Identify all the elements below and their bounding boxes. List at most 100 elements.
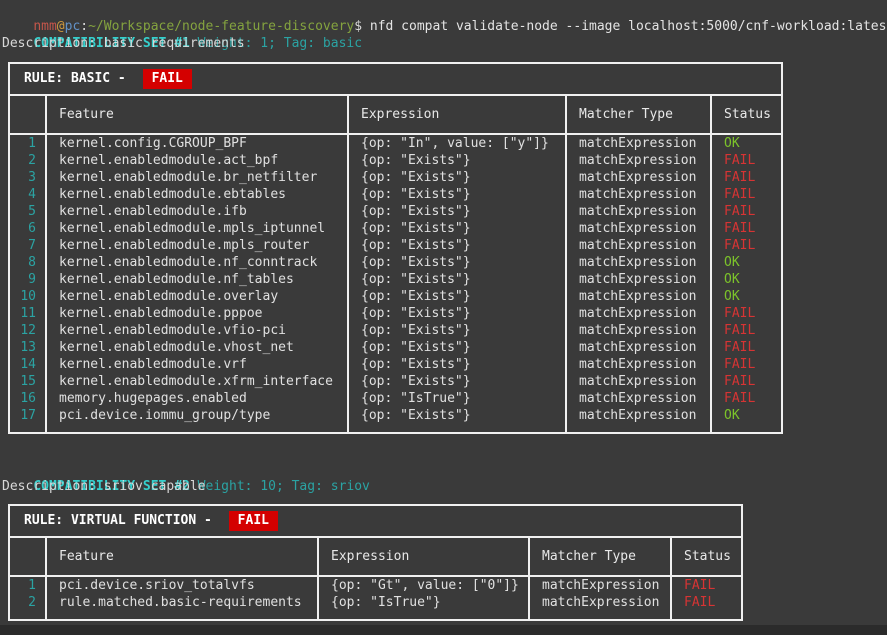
prompt-colon: : <box>80 19 88 34</box>
matcher-type-cell: matchExpression <box>566 134 711 152</box>
row-number: 11 <box>9 305 46 322</box>
prompt-user: nmm <box>33 19 56 34</box>
command-text: nfd compat validate-node --image localho… <box>370 19 887 34</box>
matcher-type-cell: matchExpression <box>566 407 711 433</box>
expression-cell: {op: "IsTrue"} <box>318 594 529 620</box>
col-header-num <box>9 537 46 576</box>
row-number: 10 <box>9 288 46 305</box>
feature-cell: kernel.enabledmodule.overlay <box>46 288 348 305</box>
feature-cell: kernel.enabledmodule.vrf <box>46 356 348 373</box>
table-row: 4 kernel.enabledmodule.ebtables {op: "Ex… <box>9 186 782 203</box>
status-cell: FAIL <box>711 237 782 254</box>
status-cell: OK <box>711 407 782 433</box>
set2-description: Description: sriov capable <box>2 478 887 495</box>
feature-cell: kernel.enabledmodule.nf_conntrack <box>46 254 348 271</box>
feature-cell: kernel.enabledmodule.xfrm_interface <box>46 373 348 390</box>
row-number: 2 <box>9 594 46 620</box>
rule-status-badge: FAIL <box>143 69 192 89</box>
row-number: 12 <box>9 322 46 339</box>
expression-cell: {op: "Exists"} <box>348 305 566 322</box>
matcher-type-cell: matchExpression <box>566 271 711 288</box>
table-row: 10 kernel.enabledmodule.overlay {op: "Ex… <box>9 288 782 305</box>
matcher-type-cell: matchExpression <box>566 356 711 373</box>
expression-cell: {op: "Exists"} <box>348 237 566 254</box>
feature-cell: kernel.config.CGROUP_BPF <box>46 134 348 152</box>
feature-cell: kernel.enabledmodule.vfio-pci <box>46 322 348 339</box>
expression-cell: {op: "Gt", value: ["0"]} <box>318 576 529 594</box>
feature-cell: kernel.enabledmodule.nf_tables <box>46 271 348 288</box>
expression-cell: {op: "Exists"} <box>348 254 566 271</box>
rule-status-badge: FAIL <box>229 511 278 531</box>
feature-cell: kernel.enabledmodule.vhost_net <box>46 339 348 356</box>
matcher-type-cell: matchExpression <box>566 305 711 322</box>
matcher-type-cell: matchExpression <box>566 390 711 407</box>
status-cell: OK <box>711 134 782 152</box>
row-number: 5 <box>9 203 46 220</box>
expression-cell: {op: "Exists"} <box>348 220 566 237</box>
row-number: 7 <box>9 237 46 254</box>
expression-cell: {op: "In", value: ["y"]} <box>348 134 566 152</box>
row-number: 1 <box>9 576 46 594</box>
table-row: 12 kernel.enabledmodule.vfio-pci {op: "E… <box>9 322 782 339</box>
expression-cell: {op: "Exists"} <box>348 152 566 169</box>
terminal-window[interactable]: nmm@pc:~/Workspace/node-feature-discover… <box>0 0 887 635</box>
col-header-expression: Expression <box>348 95 566 134</box>
matcher-type-cell: matchExpression <box>566 237 711 254</box>
feature-cell: kernel.enabledmodule.ifb <box>46 203 348 220</box>
col-header-num <box>9 95 46 134</box>
row-number: 2 <box>9 152 46 169</box>
status-cell: FAIL <box>711 322 782 339</box>
table-row: 16 memory.hugepages.enabled {op: "IsTrue… <box>9 390 782 407</box>
table-row: 15 kernel.enabledmodule.xfrm_interface {… <box>9 373 782 390</box>
virtual-function-rule-table: RULE: VIRTUAL FUNCTION - FAIL Feature Ex… <box>8 504 743 621</box>
feature-cell: pci.device.iommu_group/type <box>46 407 348 433</box>
status-cell: FAIL <box>711 186 782 203</box>
feature-cell: rule.matched.basic-requirements <box>46 594 318 620</box>
rule-header-row: RULE: BASIC - FAIL <box>9 63 782 95</box>
expression-cell: {op: "Exists"} <box>348 339 566 356</box>
window-bottom-edge <box>0 625 887 635</box>
matcher-type-cell: matchExpression <box>566 288 711 305</box>
status-cell: FAIL <box>711 220 782 237</box>
column-header-row: Feature Expression Matcher Type Status <box>9 95 782 134</box>
table-row: 5 kernel.enabledmodule.ifb {op: "Exists"… <box>9 203 782 220</box>
expression-cell: {op: "Exists"} <box>348 203 566 220</box>
status-cell: FAIL <box>711 373 782 390</box>
row-number: 9 <box>9 271 46 288</box>
expression-cell: {op: "Exists"} <box>348 373 566 390</box>
feature-cell: kernel.enabledmodule.pppoe <box>46 305 348 322</box>
matcher-type-cell: matchExpression <box>566 186 711 203</box>
rule-label: RULE: VIRTUAL FUNCTION - <box>24 513 220 528</box>
col-header-matcher: Matcher Type <box>566 95 711 134</box>
expression-cell: {op: "Exists"} <box>348 322 566 339</box>
row-number: 14 <box>9 356 46 373</box>
col-header-matcher: Matcher Type <box>529 537 671 576</box>
feature-cell: pci.device.sriov_totalvfs <box>46 576 318 594</box>
rule-label: RULE: BASIC - <box>24 71 134 86</box>
col-header-expression: Expression <box>318 537 529 576</box>
matcher-type-cell: matchExpression <box>566 339 711 356</box>
expression-cell: {op: "Exists"} <box>348 186 566 203</box>
table-row: 3 kernel.enabledmodule.br_netfilter {op:… <box>9 169 782 186</box>
matcher-type-cell: matchExpression <box>566 220 711 237</box>
col-header-status: Status <box>711 95 782 134</box>
prompt-path: ~/Workspace/node-feature-discovery <box>88 19 354 34</box>
status-cell: OK <box>711 288 782 305</box>
row-number: 16 <box>9 390 46 407</box>
row-number: 6 <box>9 220 46 237</box>
status-cell: FAIL <box>711 203 782 220</box>
col-header-status: Status <box>671 537 742 576</box>
status-cell: FAIL <box>671 594 742 620</box>
row-number: 17 <box>9 407 46 433</box>
expression-cell: {op: "Exists"} <box>348 356 566 373</box>
status-cell: FAIL <box>711 169 782 186</box>
table-row: 11 kernel.enabledmodule.pppoe {op: "Exis… <box>9 305 782 322</box>
set2-meta: Weight: 10; Tag: sriov <box>190 479 370 494</box>
matcher-type-cell: matchExpression <box>566 152 711 169</box>
row-number: 13 <box>9 339 46 356</box>
matcher-type-cell: matchExpression <box>566 373 711 390</box>
prompt-host: pc <box>65 19 81 34</box>
table-row: 8 kernel.enabledmodule.nf_conntrack {op:… <box>9 254 782 271</box>
expression-cell: {op: "Exists"} <box>348 271 566 288</box>
status-cell: FAIL <box>711 390 782 407</box>
